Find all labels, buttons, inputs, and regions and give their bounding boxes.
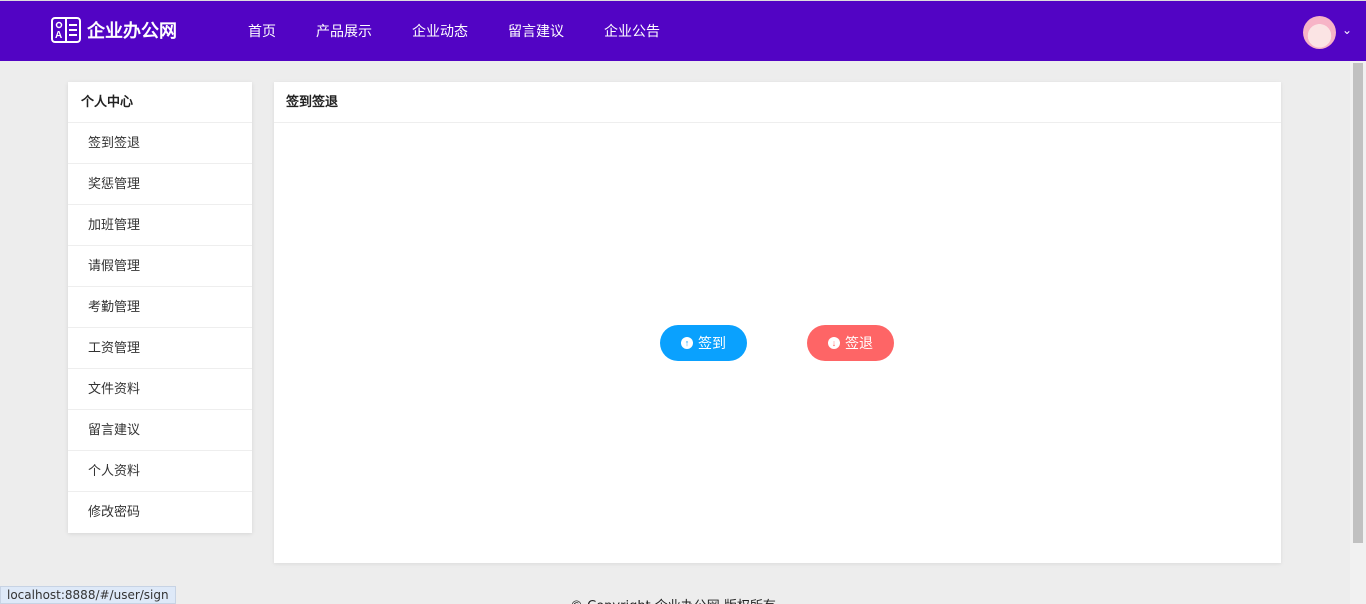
nav-products[interactable]: 产品展示 bbox=[316, 21, 372, 41]
sign-in-label: 签到 bbox=[698, 335, 726, 351]
scrollbar[interactable] bbox=[1350, 61, 1366, 604]
logo[interactable]: A 企业办公网 bbox=[51, 17, 177, 43]
panel-title: 签到签退 bbox=[274, 82, 1281, 123]
nav-feedback[interactable]: 留言建议 bbox=[508, 21, 564, 41]
sidebar: 个人中心 签到签退 奖惩管理 加班管理 请假管理 考勤管理 工资管理 文件资料 … bbox=[68, 82, 252, 533]
chevron-down-icon[interactable]: ⌄ bbox=[1342, 23, 1352, 37]
sign-out-label: 签退 bbox=[845, 335, 873, 351]
sign-in-button[interactable]: ↑ 签到 bbox=[660, 325, 747, 361]
main-nav: 首页 产品展示 企业动态 留言建议 企业公告 bbox=[228, 1, 680, 61]
nav-announcements[interactable]: 企业公告 bbox=[604, 21, 660, 41]
svg-text:A: A bbox=[55, 30, 62, 41]
copyright: © Copyright 企业办公网 版权所有 bbox=[570, 595, 776, 604]
status-bar-url: localhost:8888/#/user/sign bbox=[0, 586, 176, 604]
top-header: A 企业办公网 首页 产品展示 企业动态 留言建议 企业公告 ⌄ bbox=[0, 0, 1366, 61]
logo-text: 企业办公网 bbox=[87, 21, 177, 42]
arrow-up-circle-icon: ↑ bbox=[681, 337, 693, 349]
sidebar-item-salary[interactable]: 工资管理 bbox=[68, 328, 252, 369]
sign-panel: 签到签退 ↑ 签到 ↓ 签退 bbox=[274, 82, 1281, 563]
sidebar-item-sign[interactable]: 签到签退 bbox=[68, 123, 252, 164]
arrow-down-circle-icon: ↓ bbox=[828, 337, 840, 349]
logo-icon: A bbox=[51, 17, 81, 43]
sidebar-item-files[interactable]: 文件资料 bbox=[68, 369, 252, 410]
sidebar-item-leave[interactable]: 请假管理 bbox=[68, 246, 252, 287]
sidebar-item-attendance[interactable]: 考勤管理 bbox=[68, 287, 252, 328]
sign-out-button[interactable]: ↓ 签退 bbox=[807, 325, 894, 361]
sidebar-item-overtime[interactable]: 加班管理 bbox=[68, 205, 252, 246]
nav-news[interactable]: 企业动态 bbox=[412, 21, 468, 41]
sidebar-item-feedback[interactable]: 留言建议 bbox=[68, 410, 252, 451]
avatar[interactable] bbox=[1303, 16, 1336, 49]
sidebar-item-profile[interactable]: 个人资料 bbox=[68, 451, 252, 492]
sidebar-item-password[interactable]: 修改密码 bbox=[68, 492, 252, 533]
nav-home[interactable]: 首页 bbox=[248, 21, 276, 41]
sidebar-title: 个人中心 bbox=[68, 82, 252, 123]
sidebar-item-rewards[interactable]: 奖惩管理 bbox=[68, 164, 252, 205]
scrollbar-thumb[interactable] bbox=[1353, 63, 1363, 543]
